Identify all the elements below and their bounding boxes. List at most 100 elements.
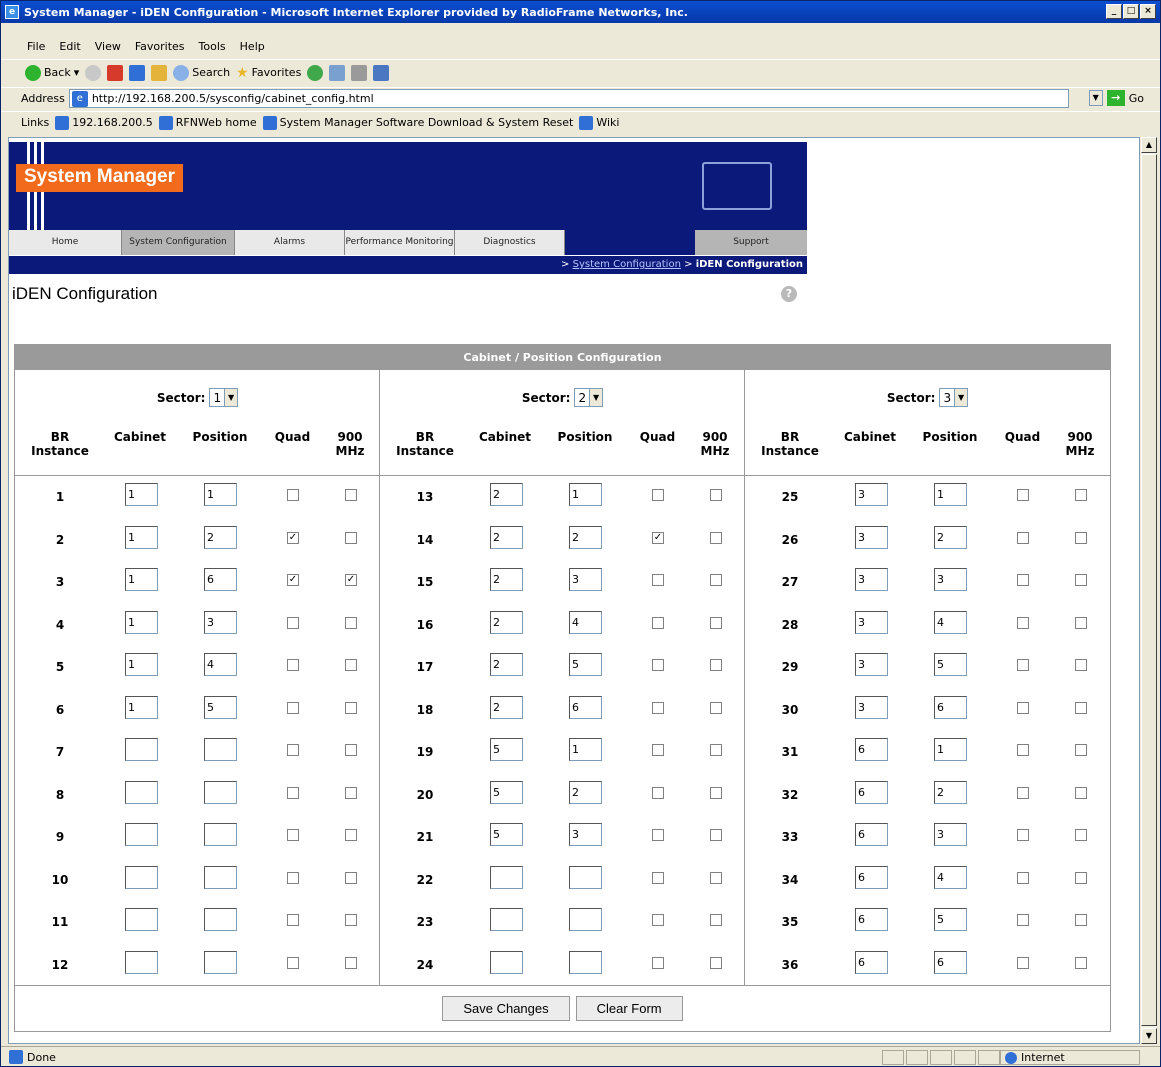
quad-checkbox[interactable]: [287, 701, 299, 714]
position-input[interactable]: [204, 823, 237, 846]
900mhz-checkbox[interactable]: [1075, 871, 1087, 884]
cabinet-input[interactable]: 3: [855, 568, 888, 591]
scroll-down-icon[interactable]: ▼: [1141, 1028, 1157, 1044]
900mhz-checkbox[interactable]: [1075, 786, 1087, 799]
quad-checkbox[interactable]: [287, 659, 299, 671]
sector-select[interactable]: 2 ▼: [574, 388, 604, 407]
900mhz-checkbox[interactable]: [710, 829, 722, 841]
refresh-icon[interactable]: [129, 64, 146, 81]
quad-checkbox[interactable]: [1017, 744, 1029, 756]
quad-checkbox[interactable]: [652, 914, 664, 926]
quad-checkbox[interactable]: [287, 786, 299, 799]
position-input[interactable]: 6: [934, 950, 967, 974]
900mhz-checkbox[interactable]: [345, 829, 357, 841]
edit-icon[interactable]: [373, 64, 390, 81]
position-input[interactable]: [204, 738, 237, 761]
quad-checkbox[interactable]: [287, 744, 299, 756]
cabinet-input[interactable]: 3: [855, 610, 888, 634]
cabinet-input[interactable]: 2: [490, 483, 523, 506]
position-input[interactable]: 2: [204, 525, 237, 549]
position-input[interactable]: 6: [569, 695, 602, 719]
position-input[interactable]: 3: [204, 610, 237, 634]
position-input[interactable]: [204, 950, 237, 974]
cabinet-input[interactable]: [125, 908, 158, 931]
quad-checkbox[interactable]: [652, 616, 664, 629]
cabinet-input[interactable]: 1: [125, 525, 158, 549]
close-button[interactable]: ×: [1140, 4, 1156, 19]
menu-file[interactable]: File: [27, 40, 45, 53]
quad-checkbox[interactable]: [652, 574, 664, 586]
quad-checkbox[interactable]: [652, 489, 664, 501]
900mhz-checkbox[interactable]: [710, 531, 722, 544]
cabinet-input[interactable]: 3: [855, 653, 888, 676]
position-input[interactable]: [204, 780, 237, 804]
900mhz-checkbox[interactable]: ✓: [345, 574, 357, 586]
900mhz-checkbox[interactable]: [710, 914, 722, 926]
900mhz-checkbox[interactable]: [345, 914, 357, 926]
position-input[interactable]: [569, 950, 602, 974]
tab-support[interactable]: Support: [695, 230, 807, 255]
link-rfnweb[interactable]: RFNWeb home: [158, 115, 257, 130]
position-input[interactable]: 5: [934, 653, 967, 676]
quad-checkbox[interactable]: [652, 829, 664, 841]
position-input[interactable]: 2: [569, 525, 602, 549]
quad-checkbox[interactable]: ✓: [287, 531, 299, 544]
position-input[interactable]: 2: [934, 780, 967, 804]
vertical-scrollbar[interactable]: ▲ ▼: [1141, 137, 1157, 1044]
cabinet-input[interactable]: 2: [490, 568, 523, 591]
cabinet-input[interactable]: 6: [855, 950, 888, 974]
position-input[interactable]: 5: [569, 653, 602, 676]
quad-checkbox[interactable]: [287, 489, 299, 501]
help-icon[interactable]: ?: [781, 286, 797, 302]
history-icon[interactable]: [307, 64, 324, 81]
maximize-button[interactable]: □: [1123, 4, 1139, 19]
900mhz-checkbox[interactable]: [345, 531, 357, 544]
900mhz-checkbox[interactable]: [710, 616, 722, 629]
go-arrow-icon[interactable]: →: [1106, 90, 1125, 106]
900mhz-checkbox[interactable]: [710, 786, 722, 799]
clear-form-button[interactable]: Clear Form: [575, 996, 683, 1021]
cabinet-input[interactable]: 6: [855, 865, 888, 889]
cabinet-input[interactable]: 1: [125, 695, 158, 719]
tab-diagnostics[interactable]: Diagnostics: [455, 230, 565, 255]
900mhz-checkbox[interactable]: [1075, 701, 1087, 714]
position-input[interactable]: 5: [934, 908, 967, 931]
position-input[interactable]: 1: [934, 483, 967, 506]
position-input[interactable]: [569, 908, 602, 931]
position-input[interactable]: 4: [569, 610, 602, 634]
home-icon[interactable]: [151, 64, 168, 81]
scroll-up-icon[interactable]: ▲: [1141, 137, 1157, 153]
900mhz-checkbox[interactable]: [710, 574, 722, 586]
cabinet-input[interactable]: 2: [490, 653, 523, 676]
tab-alarms[interactable]: Alarms: [235, 230, 345, 255]
900mhz-checkbox[interactable]: [345, 489, 357, 501]
address-dropdown-icon[interactable]: ▼: [1088, 90, 1103, 106]
go-button[interactable]: Go: [1129, 92, 1144, 105]
cabinet-input[interactable]: [490, 950, 523, 974]
900mhz-checkbox[interactable]: [345, 616, 357, 629]
900mhz-checkbox[interactable]: [1075, 574, 1087, 586]
link-download[interactable]: System Manager Software Download & Syste…: [262, 115, 573, 130]
quad-checkbox[interactable]: [652, 871, 664, 884]
quad-checkbox[interactable]: [1017, 531, 1029, 544]
900mhz-checkbox[interactable]: [1075, 531, 1087, 544]
900mhz-checkbox[interactable]: [710, 744, 722, 756]
tab-system-configuration[interactable]: System Configuration: [122, 230, 235, 255]
quad-checkbox[interactable]: [287, 956, 299, 969]
quad-checkbox[interactable]: [652, 744, 664, 756]
cabinet-input[interactable]: [125, 823, 158, 846]
menu-favorites[interactable]: Favorites: [135, 40, 185, 53]
cabinet-input[interactable]: [490, 908, 523, 931]
900mhz-checkbox[interactable]: [345, 871, 357, 884]
cabinet-input[interactable]: [125, 780, 158, 804]
quad-checkbox[interactable]: [287, 829, 299, 841]
cabinet-input[interactable]: 3: [855, 525, 888, 549]
quad-checkbox[interactable]: [1017, 489, 1029, 501]
position-input[interactable]: 4: [934, 865, 967, 889]
cabinet-input[interactable]: 3: [855, 483, 888, 506]
cabinet-input[interactable]: 6: [855, 823, 888, 846]
900mhz-checkbox[interactable]: [1075, 956, 1087, 969]
900mhz-checkbox[interactable]: [345, 956, 357, 969]
cabinet-input[interactable]: [125, 738, 158, 761]
quad-checkbox[interactable]: [1017, 574, 1029, 586]
